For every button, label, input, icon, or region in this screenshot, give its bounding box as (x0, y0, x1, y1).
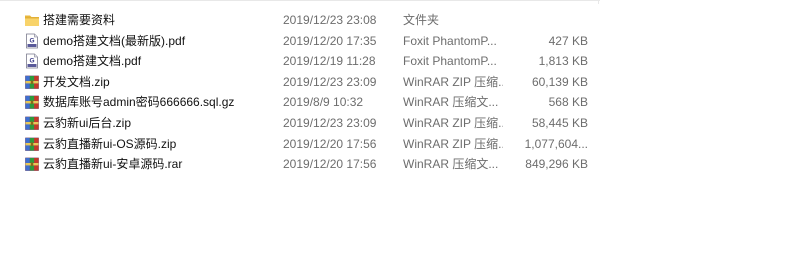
file-size: 568 KB (548, 95, 588, 110)
file-row[interactable]: 云豹新ui后台.zip 2019/12/23 23:09 WinRAR ZIP … (20, 113, 600, 134)
file-date: 2019/12/20 17:35 (283, 33, 377, 48)
file-row[interactable]: G demo搭建文档(最新版).pdf 2019/12/20 17:35 Fox… (20, 31, 600, 52)
file-row[interactable]: 云豹直播新ui-OS源码.zip 2019/12/20 17:56 WinRAR… (20, 134, 600, 155)
folder-icon (24, 12, 40, 28)
file-explorer-window: 搭建需要资料 2019/12/23 23:08 文件夹 G demo搭建文档(最… (0, 0, 801, 270)
winrar-archive-icon (24, 94, 40, 110)
file-row[interactable]: 数据库账号admin密码666666.sql.gz 2019/8/9 10:32… (20, 92, 600, 113)
file-name: 搭建需要资料 (43, 13, 116, 27)
file-type: 文件夹 (403, 13, 440, 27)
file-date: 2019/12/19 11:28 (283, 54, 376, 69)
file-size: 427 KB (548, 33, 588, 48)
file-date: 2019/12/20 17:56 (283, 136, 377, 151)
divider (0, 0, 600, 1)
file-size: 849,296 KB (525, 157, 588, 172)
file-name: 云豹直播新ui-安卓源码.rar (43, 157, 183, 172)
divider (598, 0, 599, 4)
winrar-archive-icon (24, 136, 40, 152)
file-name: 云豹直播新ui-OS源码.zip (43, 136, 177, 151)
file-name: 数据库账号admin密码666666.sql.gz (43, 95, 235, 110)
file-row[interactable]: G demo搭建文档.pdf 2019/12/19 11:28 Foxit Ph… (20, 51, 600, 72)
file-name: demo搭建文档(最新版).pdf (43, 33, 186, 48)
file-date: 2019/12/23 23:09 (283, 115, 377, 130)
file-row[interactable]: 云豹直播新ui-安卓源码.rar 2019/12/20 17:56 WinRAR… (20, 154, 600, 175)
file-size: 1,813 KB (538, 54, 588, 69)
file-size: 58,445 KB (531, 115, 588, 130)
file-name: demo搭建文档.pdf (43, 54, 142, 69)
file-size: 60,139 KB (531, 74, 588, 89)
file-date: 2019/12/20 17:56 (283, 157, 377, 172)
pdf-icon: G (24, 33, 40, 49)
winrar-archive-icon (24, 115, 40, 131)
pdf-icon: G (24, 53, 40, 69)
file-name: 云豹新ui后台.zip (43, 115, 132, 130)
file-date: 2019/12/23 23:09 (283, 74, 377, 89)
file-row[interactable]: 开发文档.zip 2019/12/23 23:09 WinRAR ZIP 压缩.… (20, 72, 600, 93)
file-name: 开发文档.zip (43, 74, 110, 89)
file-row[interactable]: 搭建需要资料 2019/12/23 23:08 文件夹 (20, 10, 600, 31)
svg-text:G: G (29, 37, 34, 44)
winrar-archive-icon (24, 74, 40, 90)
file-date: 2019/12/23 23:08 (283, 13, 377, 27)
svg-text:G: G (29, 58, 34, 65)
winrar-archive-icon (24, 156, 40, 172)
file-size: 1,077,604... (524, 136, 588, 151)
file-list: 搭建需要资料 2019/12/23 23:08 文件夹 G demo搭建文档(最… (20, 10, 600, 175)
file-date: 2019/8/9 10:32 (283, 95, 364, 110)
